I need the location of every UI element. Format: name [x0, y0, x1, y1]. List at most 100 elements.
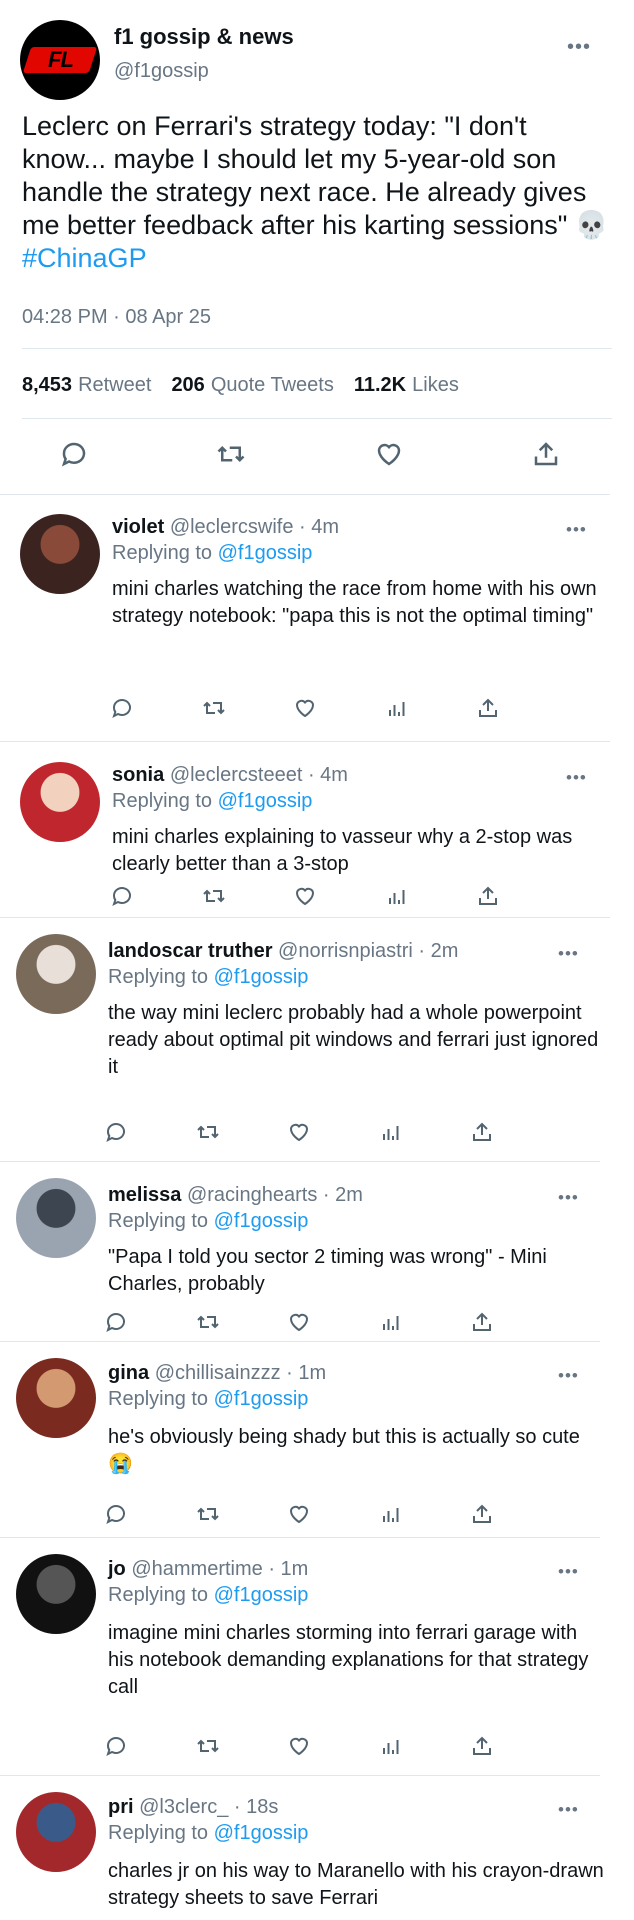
- reply-author-name[interactable]: landoscar truther: [108, 940, 272, 962]
- reply-author-handle[interactable]: @norrisnpiastri · 2m: [278, 940, 458, 962]
- analytics-icon[interactable]: [379, 878, 415, 914]
- reply-header: landoscar truther @norrisnpiastri · 2m: [108, 940, 458, 963]
- more-dots-icon[interactable]: •••: [558, 1366, 579, 1386]
- reply-tweet[interactable]: landoscar truther @norrisnpiastri · 2m •…: [0, 918, 634, 1162]
- more-dots-icon[interactable]: •••: [566, 768, 587, 788]
- retweet-icon[interactable]: [190, 1114, 226, 1150]
- reply-author-name[interactable]: pri: [108, 1796, 134, 1818]
- f1-logo-icon: FL: [22, 47, 98, 73]
- analytics-icon[interactable]: [379, 690, 415, 726]
- reply-icon[interactable]: [98, 1304, 134, 1340]
- reply-author-handle[interactable]: @racinghearts · 2m: [187, 1184, 363, 1206]
- reply-icon[interactable]: [98, 1114, 134, 1150]
- reply-avatar[interactable]: [20, 514, 100, 594]
- share-icon[interactable]: [528, 436, 564, 472]
- share-icon[interactable]: [470, 690, 506, 726]
- main-action-bar: [56, 436, 564, 472]
- reply-text: mini charles watching the race from home…: [112, 578, 597, 627]
- retweet-icon[interactable]: [196, 878, 232, 914]
- analytics-icon[interactable]: [373, 1114, 409, 1150]
- analytics-icon[interactable]: [373, 1496, 409, 1532]
- retweet-icon[interactable]: [196, 690, 232, 726]
- more-dots-icon[interactable]: •••: [558, 1800, 579, 1820]
- mention-link[interactable]: @f1gossip: [214, 1388, 309, 1410]
- reply-author-name[interactable]: sonia: [112, 764, 164, 786]
- replying-to: Replying to @f1gossip: [108, 1822, 309, 1844]
- reply-avatar[interactable]: [20, 762, 100, 842]
- replying-to: Replying to @f1gossip: [112, 542, 313, 564]
- reply-author-handle[interactable]: @l3clerc_ · 18s: [139, 1796, 278, 1818]
- reply-icon[interactable]: [98, 1728, 134, 1764]
- reply-header: sonia @leclercsteeet · 4m: [112, 764, 348, 787]
- reply-header: gina @chillisainzzz · 1m: [108, 1362, 326, 1385]
- main-avatar[interactable]: FL: [20, 20, 100, 100]
- reply-author-name[interactable]: violet: [112, 516, 164, 538]
- mention-link[interactable]: @f1gossip: [214, 1584, 309, 1606]
- main-author-name[interactable]: f1 gossip & news: [114, 24, 294, 50]
- like-icon[interactable]: [281, 1496, 317, 1532]
- like-icon[interactable]: [281, 1728, 317, 1764]
- like-icon[interactable]: [281, 1114, 317, 1150]
- more-dots-icon[interactable]: •••: [566, 520, 587, 540]
- like-icon[interactable]: [371, 436, 407, 472]
- more-dots-icon[interactable]: •••: [558, 944, 579, 964]
- more-dots-icon[interactable]: •••: [558, 1562, 579, 1582]
- reply-avatar[interactable]: [16, 1554, 96, 1634]
- like-icon[interactable]: [281, 1304, 317, 1340]
- mention-link[interactable]: @f1gossip: [214, 1822, 309, 1844]
- analytics-icon[interactable]: [373, 1304, 409, 1340]
- more-dots-icon[interactable]: •••: [567, 36, 591, 59]
- retweet-icon[interactable]: [190, 1304, 226, 1340]
- tweet-timestamp: 04:28 PM · 08 Apr 25: [22, 306, 212, 328]
- reply-author-handle[interactable]: @hammertime · 1m: [131, 1558, 308, 1580]
- reply-tweet[interactable]: violet @leclercswife · 4m ••• Replying t…: [0, 494, 634, 742]
- reply-icon[interactable]: [56, 436, 92, 472]
- reply-author-name[interactable]: gina: [108, 1362, 149, 1384]
- retweet-icon[interactable]: [190, 1728, 226, 1764]
- reply-text: he's obviously being shady but this is a…: [108, 1426, 580, 1475]
- replying-to: Replying to @f1gossip: [108, 1388, 309, 1410]
- reply-avatar[interactable]: [16, 1792, 96, 1872]
- reply-avatar[interactable]: [16, 1178, 96, 1258]
- reply-author-handle[interactable]: @chillisainzzz · 1m: [155, 1362, 326, 1384]
- main-tweet-text: Leclerc on Ferrari's strategy today: "I …: [22, 110, 612, 275]
- reply-icon[interactable]: [98, 1496, 134, 1532]
- reply-avatar[interactable]: [16, 1358, 96, 1438]
- reply-tweet[interactable]: gina @chillisainzzz · 1m ••• Replying to…: [0, 1342, 634, 1538]
- likes-stat[interactable]: 11.2K Likes: [354, 374, 459, 397]
- reply-author-name[interactable]: melissa: [108, 1184, 181, 1206]
- reply-author-handle[interactable]: @leclercswife · 4m: [170, 516, 339, 538]
- like-icon[interactable]: [287, 690, 323, 726]
- share-icon[interactable]: [464, 1304, 500, 1340]
- retweet-stat[interactable]: 8,453 Retweet: [22, 374, 151, 397]
- share-icon[interactable]: [470, 878, 506, 914]
- reply-tweet[interactable]: pri @l3clerc_ · 18s ••• Replying to @f1g…: [0, 1776, 634, 1920]
- hashtag-link[interactable]: #ChinaGP: [22, 243, 147, 273]
- reply-author-handle[interactable]: @leclercsteeet · 4m: [170, 764, 348, 786]
- mention-link[interactable]: @f1gossip: [214, 966, 309, 988]
- reply-icon[interactable]: [104, 690, 140, 726]
- reply-icon[interactable]: [104, 878, 140, 914]
- share-icon[interactable]: [464, 1496, 500, 1532]
- reply-tweet[interactable]: melissa @racinghearts · 2m ••• Replying …: [0, 1162, 634, 1342]
- reply-avatar[interactable]: [16, 934, 96, 1014]
- mention-link[interactable]: @f1gossip: [218, 542, 313, 564]
- share-icon[interactable]: [464, 1728, 500, 1764]
- quote-stat[interactable]: 206 Quote Tweets: [171, 374, 333, 397]
- mention-link[interactable]: @f1gossip: [214, 1210, 309, 1232]
- reply-author-name[interactable]: jo: [108, 1558, 126, 1580]
- reply-action-bar: [98, 1496, 500, 1532]
- reply-text: imagine mini charles storming into ferra…: [108, 1622, 589, 1698]
- share-icon[interactable]: [464, 1114, 500, 1150]
- main-author-handle[interactable]: @f1gossip: [114, 60, 209, 83]
- reply-tweet[interactable]: jo @hammertime · 1m ••• Replying to @f1g…: [0, 1538, 634, 1776]
- mention-link[interactable]: @f1gossip: [218, 790, 313, 812]
- reply-tweet[interactable]: sonia @leclercsteeet · 4m ••• Replying t…: [0, 742, 634, 918]
- like-icon[interactable]: [287, 878, 323, 914]
- more-dots-icon[interactable]: •••: [558, 1188, 579, 1208]
- reply-text: "Papa I told you sector 2 timing was wro…: [108, 1246, 547, 1295]
- analytics-icon[interactable]: [373, 1728, 409, 1764]
- retweet-icon[interactable]: [213, 436, 249, 472]
- reply-header: melissa @racinghearts · 2m: [108, 1184, 363, 1207]
- retweet-icon[interactable]: [190, 1496, 226, 1532]
